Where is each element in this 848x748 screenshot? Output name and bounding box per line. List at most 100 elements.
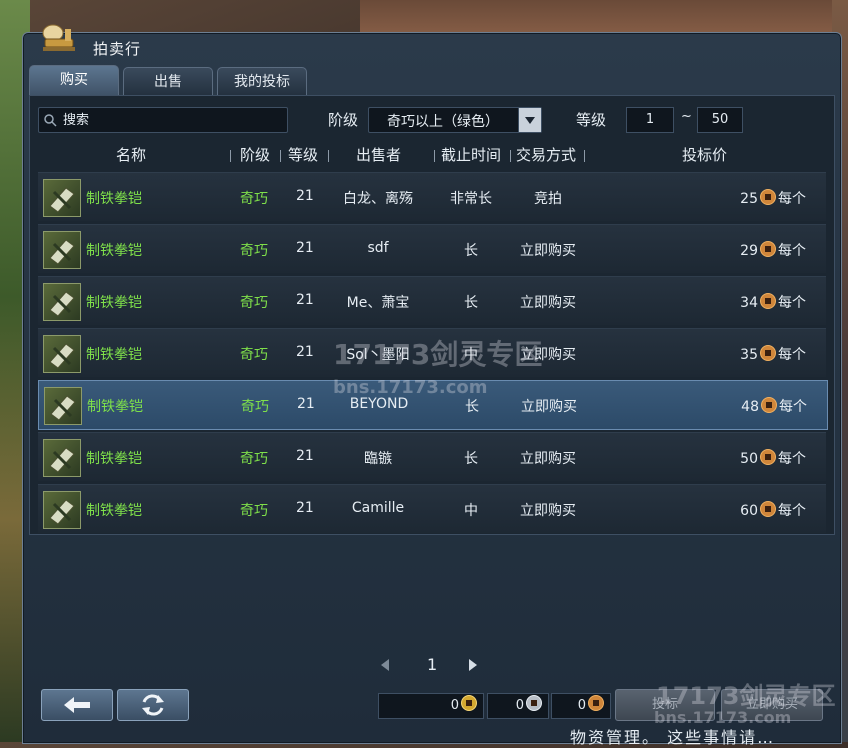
trade-type: 立即购买: [520, 503, 576, 519]
deadline: 中: [464, 503, 478, 519]
title-bar[interactable]: 拍卖行: [23, 24, 841, 63]
price-unit: 每个: [778, 503, 806, 519]
gold-coin-icon: [461, 695, 477, 711]
tab-my-bids[interactable]: 我的投标: [217, 67, 307, 96]
grade-select-value: 奇巧以上（绿色）: [387, 114, 499, 130]
table-row[interactable]: 制铁拳铠 奇巧 21 Camille 中 立即购买 60 每个: [38, 484, 826, 533]
bid-price: 34 每个: [740, 292, 806, 312]
deadline: 中: [464, 347, 478, 363]
table-row[interactable]: 制铁拳铠 奇巧 21 sdf 长 立即购买 29 每个: [38, 224, 826, 273]
col-seller[interactable]: 出售者: [356, 144, 401, 165]
trade-type: 立即购买: [520, 451, 576, 467]
item-grade: 奇巧: [240, 191, 268, 207]
column-header-row: 名称 阶级 等级 出售者 截止时间 交易方式 投标价: [36, 140, 826, 168]
item-gauntlet-icon[interactable]: [43, 179, 81, 217]
coin-icon: [760, 501, 776, 517]
silver-amount: 0: [487, 693, 549, 719]
silver-value: 0: [515, 698, 524, 713]
col-name[interactable]: 名称: [116, 144, 146, 165]
tab-sell[interactable]: 出售: [123, 67, 213, 96]
col-bid-price[interactable]: 投标价: [682, 144, 727, 165]
price-value: 48: [741, 399, 759, 415]
item-grade: 奇巧: [240, 295, 268, 311]
table-row[interactable]: 制铁拳铠 奇巧 21 白龙、离殇 非常长 竞拍 25 每个: [38, 172, 826, 221]
buy-now-button[interactable]: 立即购买: [721, 689, 823, 721]
deadline: 长: [464, 451, 478, 467]
column-divider: [584, 150, 585, 162]
item-name: 制铁拳铠: [86, 503, 142, 519]
refresh-button[interactable]: [117, 689, 189, 721]
item-gauntlet-icon[interactable]: [43, 335, 81, 373]
item-gauntlet-icon[interactable]: [43, 283, 81, 321]
item-name: 制铁拳铠: [86, 451, 142, 467]
search-icon: [43, 112, 57, 127]
refresh-icon: [142, 694, 164, 716]
col-deadline[interactable]: 截止时间: [441, 144, 501, 165]
price-value: 50: [740, 451, 758, 467]
grade-select[interactable]: 奇巧以上（绿色）: [368, 107, 542, 133]
item-gauntlet-icon[interactable]: [43, 439, 81, 477]
seller-name: BEYOND: [349, 396, 409, 412]
price-unit: 每个: [778, 243, 806, 259]
bid-price: 29 每个: [740, 240, 806, 260]
level-max-input[interactable]: 50: [697, 107, 743, 133]
bid-price: 48 每个: [741, 396, 807, 416]
deadline: 长: [464, 295, 478, 311]
item-gauntlet-icon[interactable]: [44, 387, 82, 425]
seller-name: 白龙、离殇: [343, 191, 413, 207]
item-grade: 奇巧: [241, 399, 269, 415]
col-grade[interactable]: 阶级: [240, 144, 270, 165]
coin-icon: [760, 189, 776, 205]
table-row[interactable]: 制铁拳铠 奇巧 21 Sol丶墨阳 中 立即购买 35 每个: [38, 328, 826, 377]
level-label: 等级: [576, 111, 607, 129]
search-input[interactable]: [61, 110, 285, 130]
window-title: 拍卖行: [93, 40, 142, 58]
dropdown-arrow-icon[interactable]: [518, 108, 541, 132]
bid-button[interactable]: 投标: [615, 689, 715, 721]
auction-scale-icon: [37, 19, 81, 59]
item-level: 21: [296, 240, 314, 256]
trade-type: 立即购买: [520, 347, 576, 363]
footer-text: 物资管理。 这些事情请…: [570, 728, 776, 747]
coin-icon: [760, 345, 776, 361]
bid-price: 25 每个: [740, 188, 806, 208]
column-divider: [328, 150, 329, 162]
price-value: 25: [740, 191, 758, 207]
back-button[interactable]: [41, 689, 113, 721]
bid-price: 35 每个: [740, 344, 806, 364]
price-unit: 每个: [778, 451, 806, 467]
table-row[interactable]: 制铁拳铠 奇巧 21 BEYOND 长 立即购买 48 每个: [38, 380, 828, 430]
col-level[interactable]: 等级: [288, 144, 318, 165]
item-level: 21: [296, 448, 314, 464]
item-grade: 奇巧: [240, 347, 268, 363]
item-gauntlet-icon[interactable]: [43, 231, 81, 269]
item-level: 21: [296, 344, 314, 360]
item-name: 制铁拳铠: [87, 399, 143, 415]
next-page-icon[interactable]: [469, 659, 477, 671]
column-divider: [434, 150, 435, 162]
search-box[interactable]: [38, 107, 288, 133]
seller-name: Sol丶墨阳: [346, 347, 410, 363]
gold-value: 0: [450, 698, 459, 713]
bid-price: 60 每个: [740, 500, 806, 520]
table-row[interactable]: 制铁拳铠 奇巧 21 Me、萧宝 长 立即购买 34 每个: [38, 276, 826, 325]
table-row[interactable]: 制铁拳铠 奇巧 21 臨镞 长 立即购买 50 每个: [38, 432, 826, 481]
bid-price: 50 每个: [740, 448, 806, 468]
deadline: 非常长: [450, 191, 492, 207]
col-trade-type[interactable]: 交易方式: [516, 144, 576, 165]
seller-name: Me、萧宝: [346, 295, 410, 311]
tab-buy[interactable]: 购买: [29, 65, 119, 96]
column-divider: [510, 150, 511, 162]
item-grade: 奇巧: [240, 503, 268, 519]
prev-page-icon[interactable]: [381, 659, 389, 671]
coin-icon: [761, 397, 777, 413]
item-grade: 奇巧: [240, 451, 268, 467]
copper-coin-icon: [588, 695, 604, 711]
level-min-input[interactable]: 1: [626, 107, 674, 133]
trade-type: 立即购买: [521, 399, 577, 415]
copper-value: 0: [577, 698, 586, 713]
seller-name: sdf: [367, 240, 389, 256]
auction-house-window: 拍卖行 购买 出售 我的投标 阶级 奇巧以上（绿色） 等级 1 ~ 50: [22, 24, 842, 744]
trade-type: 竞拍: [534, 191, 562, 207]
item-gauntlet-icon[interactable]: [43, 491, 81, 529]
